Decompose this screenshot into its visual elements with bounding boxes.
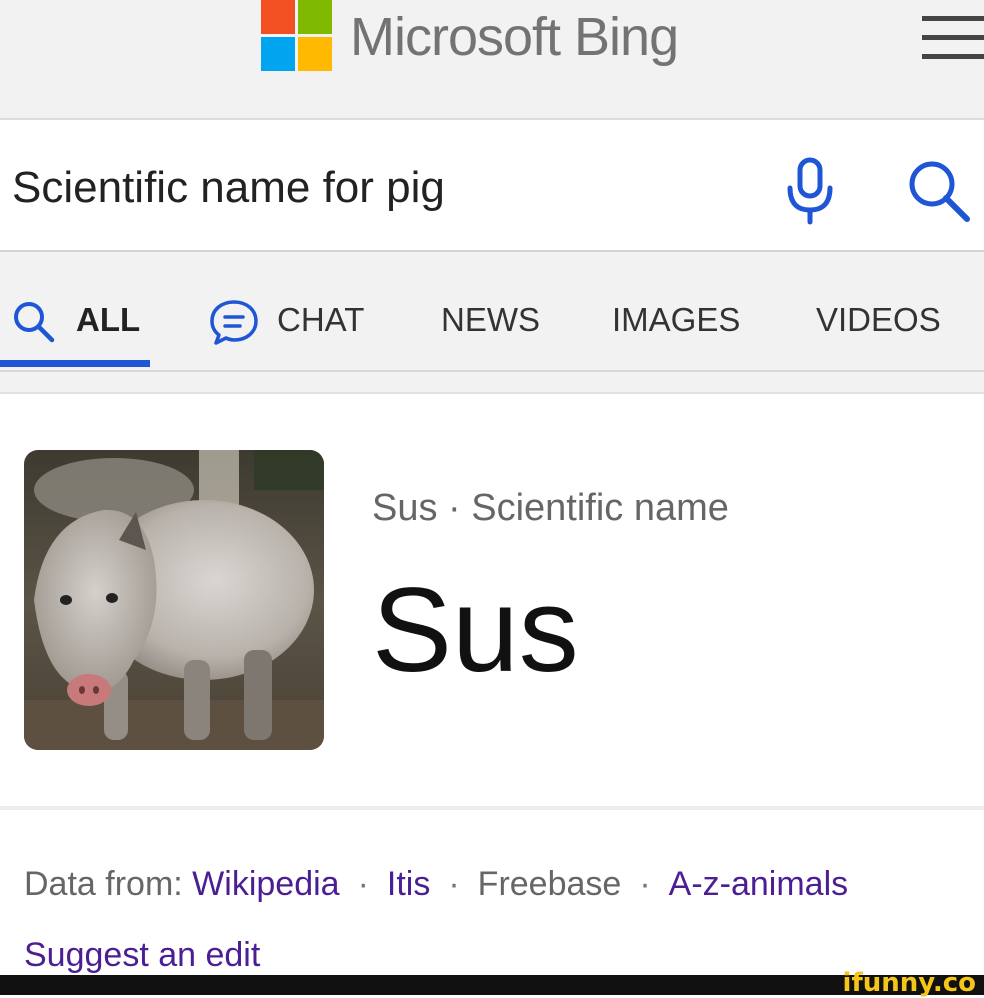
search-icon[interactable]	[906, 158, 972, 224]
tab-all[interactable]: ALL	[76, 300, 140, 340]
section-separator	[0, 372, 984, 394]
source-link-wikipedia[interactable]: Wikipedia	[192, 865, 339, 903]
tab-chat[interactable]: CHAT	[277, 300, 364, 340]
logo-green-square	[298, 0, 332, 34]
chat-bubble-icon	[210, 300, 258, 345]
separator-dot: ·	[448, 865, 460, 903]
logo-yellow-square	[298, 37, 332, 71]
search-bar: Scientific name for pig	[0, 118, 984, 252]
search-icon	[14, 302, 55, 343]
pig-image[interactable]	[24, 450, 324, 750]
tab-news[interactable]: NEWS	[441, 300, 540, 340]
tab-images[interactable]: IMAGES	[612, 300, 740, 340]
header-bar: Microsoft Bing	[0, 0, 984, 118]
suggest-edit-link[interactable]: Suggest an edit	[24, 933, 260, 977]
answer-subtitle: Sus · Scientific name	[372, 487, 729, 529]
tab-videos[interactable]: VIDEOS	[816, 300, 941, 340]
answer-text: Sus	[372, 563, 579, 697]
source-link-itis[interactable]: Itis	[387, 865, 430, 903]
vertical-tabs: ALL CHAT NEWS IMAGES VIDEOS	[0, 252, 984, 372]
answer-card: Sus · Scientific name Sus	[0, 394, 984, 808]
logo-blue-square	[261, 37, 295, 71]
watermark-logo: ifunny.co	[842, 968, 976, 998]
active-tab-indicator	[0, 360, 150, 367]
pig-illustration	[24, 450, 324, 750]
logo-red-square	[261, 0, 295, 34]
hamburger-menu-icon[interactable]	[922, 16, 984, 60]
separator-dot: ·	[357, 865, 369, 903]
brand-title[interactable]: Microsoft Bing	[350, 4, 679, 70]
sources-prefix: Data from:	[24, 865, 183, 903]
divider	[0, 806, 984, 810]
separator-dot: ·	[639, 865, 651, 903]
microsoft-logo[interactable]	[261, 0, 333, 72]
bottom-bar	[0, 975, 984, 995]
search-input[interactable]: Scientific name for pig	[12, 160, 445, 216]
source-freebase: Freebase	[477, 865, 622, 903]
data-sources: Data from: Wikipedia · Itis · Freebase · A-z-a…	[24, 862, 848, 906]
microphone-icon[interactable]	[784, 156, 836, 226]
source-link-a-z-animals[interactable]: A-z-animals	[669, 865, 848, 903]
